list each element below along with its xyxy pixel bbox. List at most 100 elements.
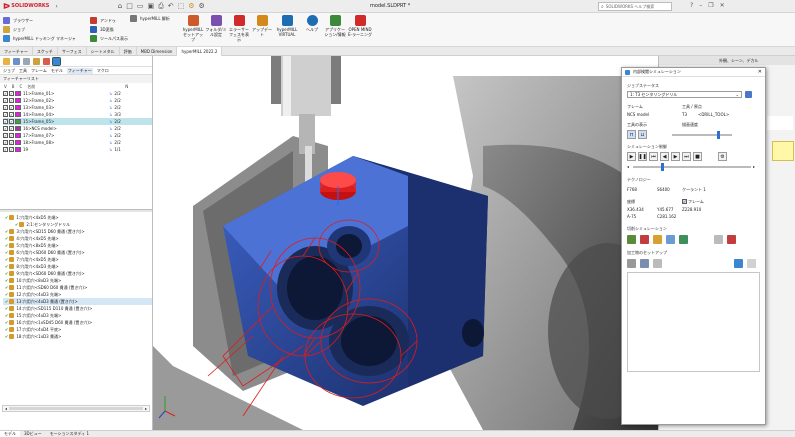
tab-macros[interactable]: マクロ [97, 68, 109, 74]
job-row[interactable]: ✔ 14:穴用穴<SD115 D110 貫通 (置き穴)> [3, 305, 152, 312]
job-list-scrollbar[interactable]: ◂ ▸ [2, 405, 150, 412]
job-row[interactable]: ✔ 12:穴用穴<4xD3 先端> [3, 291, 152, 298]
dimxpert-icon[interactable] [33, 57, 40, 65]
stock-icon[interactable] [627, 235, 636, 244]
tab-mbd[interactable]: MBD Dimension [137, 46, 178, 56]
frame-row[interactable]: ✓ ✓ 17>Frame_07> ↳ 2/2 [3, 132, 152, 139]
frame-row[interactable]: ✓ ✓ 18>Frame_08> ↳ 2/2 [3, 139, 152, 146]
tab-surface[interactable]: サーフェス [58, 46, 87, 56]
visible-checkbox[interactable]: ✓ [3, 98, 8, 103]
b-checkbox[interactable]: ✓ [9, 119, 14, 124]
job-row[interactable]: ✔ 16:穴用穴<1xSD45 D60 貫通 (置き穴)> [3, 319, 152, 326]
job-row[interactable]: ✔ 10:穴用穴<8xD3 先端> [3, 277, 152, 284]
job-row[interactable]: ✔ 4:穴用穴<4xD5 先端> [3, 235, 152, 242]
tab-frames[interactable]: フレーム [31, 68, 47, 74]
minimize-icon[interactable]: – [699, 2, 702, 9]
setup-view-icon[interactable] [734, 259, 743, 268]
b-checkbox[interactable]: ✓ [9, 91, 14, 96]
toolpath-display-button[interactable]: ツールパス表示 [90, 34, 180, 43]
slider-right-icon[interactable]: ▸ [753, 164, 755, 169]
job-row[interactable]: ✔ 3:穴用穴<SD15 D60 貫通 (置き穴)> [3, 228, 152, 235]
restore-icon[interactable]: ❐ [708, 2, 713, 9]
scroll-thumb[interactable] [9, 407, 143, 410]
tab-features[interactable]: フィーチャー [0, 46, 33, 56]
b-checkbox[interactable]: ✓ [9, 147, 14, 152]
tab-hypermill[interactable]: hyperMILL 2022.2 [177, 46, 223, 56]
scroll-left-icon[interactable]: ◂ [5, 406, 7, 411]
setup-list-box[interactable] [627, 272, 760, 372]
b-checkbox[interactable]: ✓ [9, 140, 14, 145]
solidworks-logo[interactable]: ᐅ SOLIDWORKS [3, 2, 49, 11]
visible-checkbox[interactable]: ✓ [3, 105, 8, 110]
browser-menu-item[interactable]: ブラウザー [3, 16, 87, 25]
b-checkbox[interactable]: ✓ [9, 126, 14, 131]
graphics-viewport[interactable] [153, 56, 658, 430]
job-status-dropdown[interactable]: 1: T3 センタリングドリル ⌄ [627, 91, 742, 98]
visible-checkbox[interactable]: ✓ [3, 133, 8, 138]
rebuild-icon[interactable]: ⚙ [188, 2, 194, 10]
open-icon[interactable]: ▭ [137, 2, 144, 10]
pause-button[interactable]: ❚❚ [638, 152, 647, 161]
error-surface-button[interactable]: エラーサーフェスを表示 [228, 14, 250, 42]
config-manager-icon[interactable] [23, 57, 30, 65]
elearning-button[interactable]: OPEN MIND E-ラーニング [347, 14, 373, 37]
tab-sketch[interactable]: スケッチ [33, 46, 58, 56]
frame-row[interactable]: ✓ ✓ 14>Frame_04> ↳ 3/3 [3, 111, 152, 118]
select-icon[interactable]: ⬚ [178, 2, 185, 10]
visible-checkbox[interactable]: ✓ [3, 119, 8, 124]
visible-checkbox[interactable]: ✓ [3, 126, 8, 131]
home-icon[interactable]: ⌂ [118, 2, 122, 10]
b-checkbox[interactable]: ✓ [9, 112, 14, 117]
frame-row[interactable]: ✓ ✓ 15>Frame_05> ↳ 2/2 [3, 118, 152, 125]
setup-edit-icon[interactable] [640, 259, 649, 268]
appearance-swatch[interactable] [772, 141, 794, 161]
menu-chevron-icon[interactable]: › [55, 3, 57, 10]
options-icon[interactable]: ⚙ [199, 2, 205, 10]
tab-evaluate[interactable]: 評価 [120, 46, 137, 56]
machine-simulation-view[interactable] [153, 56, 658, 430]
step-back-button[interactable]: ◀ [660, 152, 669, 161]
model-icon[interactable] [666, 235, 675, 244]
visible-checkbox[interactable]: ✓ [3, 112, 8, 117]
job-row[interactable]: ✔ 11:穴用穴<SD60 D60 貫通 (置き穴)> [3, 284, 152, 291]
speed-slider[interactable] [672, 130, 732, 139]
job-row[interactable]: ✔ 8:穴用穴<4xD3 先端> [3, 263, 152, 270]
setup-button[interactable]: hyperMILL セットアップ [182, 14, 204, 42]
stop-button[interactable]: ■ [693, 152, 702, 161]
close-icon[interactable]: ✕ [720, 2, 725, 9]
tab-feature[interactable]: フィーチャー [66, 67, 93, 74]
job-row[interactable]: ✔ 6:穴用穴<SD60 D60 貫通 (置き穴)> [3, 249, 152, 256]
job-row[interactable]: ✔ 5:穴用穴<8xD5 先端> [3, 242, 152, 249]
property-manager-icon[interactable] [13, 57, 20, 65]
docking-manager-item[interactable]: hyperMILL ドッキング マネージャ [3, 34, 87, 43]
export-icon[interactable] [727, 235, 736, 244]
tool-display-button-2[interactable]: ⊔ [638, 130, 647, 139]
virtual-button[interactable]: hyperMILL VIRTUAL [274, 14, 300, 37]
setup-options-icon[interactable] [747, 259, 756, 268]
tab-model[interactable]: モデル [0, 431, 20, 437]
visible-checkbox[interactable]: ✓ [3, 140, 8, 145]
b-checkbox[interactable]: ✓ [9, 105, 14, 110]
job-row[interactable]: ✔ 9:穴用穴<SD60 D60 貫通 (置き穴)> [3, 270, 152, 277]
frame-row[interactable]: ✓ ✓ 16>NCS model> ↳ 2/2 [3, 125, 152, 132]
frame-row[interactable]: ✓ ✓ 13>Frame_03> ↳ 2/2 [3, 104, 152, 111]
b-checkbox[interactable]: ✓ [9, 98, 14, 103]
job-menu-item[interactable]: ジョブ [3, 25, 87, 34]
frame-row[interactable]: ✓ ✓ 19 ↳ 1/1 [3, 146, 152, 153]
update-button[interactable]: アップデート [251, 14, 273, 37]
help-button[interactable]: ヘルプ [301, 14, 323, 32]
job-row[interactable]: ✔ 18:穴用穴<1xD3 貫通> [3, 333, 152, 340]
to-end-button[interactable]: ⏭ [682, 152, 691, 161]
print-icon[interactable]: ⎙ [158, 2, 164, 11]
timeline-slider[interactable] [633, 162, 751, 171]
scroll-right-icon[interactable]: ▸ [145, 406, 147, 411]
visible-checkbox[interactable]: ✓ [3, 147, 8, 152]
job-select-icon[interactable] [745, 91, 752, 98]
hypermill-browser-icon[interactable] [52, 56, 61, 66]
sim-settings-button[interactable]: ⚙ [718, 152, 727, 161]
help-search-box[interactable]: ⌕ SOLIDWORKS ヘルプ検索 [598, 2, 672, 11]
help-icon[interactable]: ? [690, 2, 693, 9]
play-button[interactable]: ▶ [627, 152, 636, 161]
application-info-button[interactable]: アプリケーション/情報 [324, 14, 346, 37]
compare-icon[interactable] [653, 235, 662, 244]
